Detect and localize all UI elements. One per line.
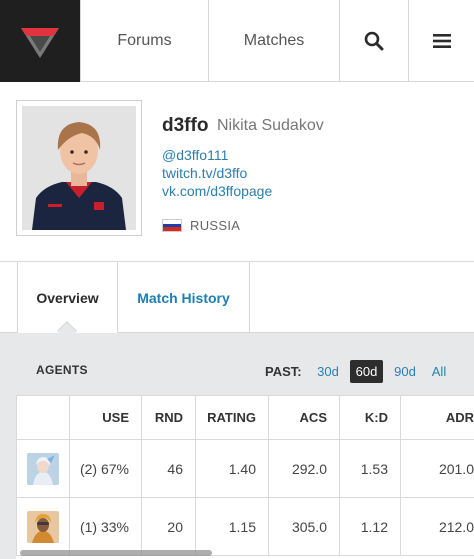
player-photo (22, 106, 136, 230)
menu-button[interactable] (408, 0, 474, 82)
rnd-cell: 46 (141, 439, 196, 498)
rnd-cell: 20 (141, 497, 196, 556)
russia-flag-icon (162, 219, 182, 232)
home-logo-link[interactable] (0, 0, 80, 82)
nav-forums-label: Forums (117, 32, 172, 49)
player-real-name: Nikita Sudakov (217, 117, 324, 134)
hamburger-menu-icon (432, 34, 451, 48)
use-cell: (1) 33% (69, 497, 142, 556)
agent-cell (16, 497, 70, 556)
tab-match-history-label: Match History (137, 289, 230, 306)
twitch-link[interactable]: twitch.tv/d3ffo (162, 165, 247, 181)
nav-matches[interactable]: Matches (208, 0, 339, 82)
column-header-kd[interactable]: K:D (339, 395, 401, 440)
rating-cell: 1.40 (195, 439, 269, 498)
search-button[interactable] (339, 0, 408, 82)
acs-cell: 305.0 (268, 497, 340, 556)
table-header-row: USE RND RATING ACS K:D ADR (16, 395, 474, 440)
vk-link[interactable]: vk.com/d3ffopage (162, 183, 272, 199)
agent-cell (16, 439, 70, 498)
column-header-use[interactable]: USE (69, 395, 142, 440)
tab-match-history[interactable]: Match History (118, 262, 250, 333)
kd-cell: 1.12 (339, 497, 401, 556)
column-header-rating[interactable]: RATING (195, 395, 269, 440)
table-row: (1) 33% 20 1.15 305.0 1.12 212.0 (16, 497, 474, 556)
rating-cell: 1.15 (195, 497, 269, 556)
adr-cell: 212.0 (400, 497, 474, 556)
player-alias: d3ffo (162, 115, 209, 136)
agent-stats-panel: AGENTS PAST: 30d 60d 90d All USE RND RAT… (0, 333, 474, 559)
column-header-rnd[interactable]: RND (141, 395, 196, 440)
agent-stats-table: USE RND RATING ACS K:D ADR (2) 67% 46 1.… (16, 395, 474, 556)
table-row: (2) 67% 46 1.40 292.0 1.53 201.0 (16, 439, 474, 498)
agent-portrait-icon (27, 510, 59, 543)
agent-portrait-icon (27, 452, 59, 485)
column-header-adr[interactable]: ADR (400, 395, 474, 440)
search-icon (364, 31, 384, 51)
agent-stats-table-container[interactable]: USE RND RATING ACS K:D ADR (2) 67% 46 1.… (16, 395, 474, 559)
period-all-button[interactable]: All (427, 360, 451, 383)
vlr-logo-icon (21, 28, 59, 58)
twitter-link[interactable]: @d3ffo111 (162, 147, 228, 163)
kd-cell: 1.53 (339, 439, 401, 498)
profile-tabs: Overview Match History (0, 262, 474, 333)
agents-section-title: AGENTS (36, 363, 88, 377)
column-header-acs[interactable]: ACS (268, 395, 340, 440)
period-30d-button[interactable]: 30d (313, 360, 343, 383)
period-60d-button[interactable]: 60d (350, 360, 383, 383)
tab-overview-label: Overview (36, 289, 99, 306)
top-navbar: Forums Matches (0, 0, 474, 82)
period-90d-button[interactable]: 90d (390, 360, 420, 383)
player-country: RUSSIA (190, 218, 241, 233)
column-header-agent (16, 395, 70, 440)
horizontal-scrollbar[interactable] (20, 550, 212, 556)
adr-cell: 201.0 (400, 439, 474, 498)
nav-matches-label: Matches (243, 32, 305, 49)
player-profile-header: d3ffo Nikita Sudakov @d3ffo111 twitch.tv… (0, 82, 474, 262)
use-cell: (2) 67% (69, 439, 142, 498)
nav-forums[interactable]: Forums (80, 0, 208, 82)
past-label: PAST: (265, 364, 302, 379)
player-avatar (16, 100, 142, 236)
acs-cell: 292.0 (268, 439, 340, 498)
